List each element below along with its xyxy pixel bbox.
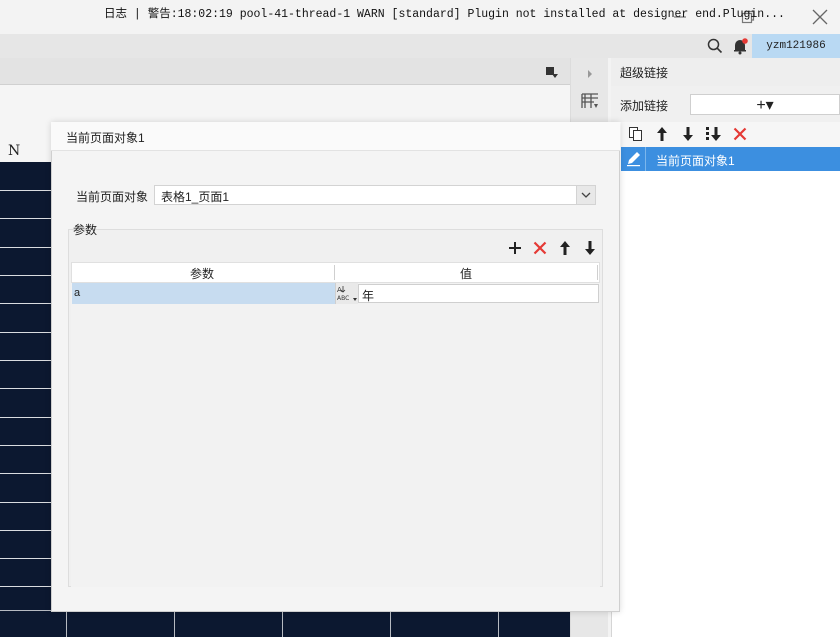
move-up-param-button[interactable] [556, 239, 574, 257]
notification-button[interactable] [731, 37, 749, 55]
user-account[interactable]: yzm121986 [752, 34, 840, 58]
param-type-label: ABC [337, 295, 349, 302]
move-down-param-button[interactable] [581, 239, 599, 257]
column-header-value[interactable]: 值 [460, 265, 472, 282]
filter-icon [546, 67, 558, 78]
delete-link-button[interactable] [731, 125, 749, 143]
close-icon [812, 9, 828, 25]
table-grid-icon [581, 93, 598, 108]
copy-link-button[interactable] [627, 125, 645, 143]
object-select-dropdown-button[interactable] [576, 186, 595, 204]
list-item-divider [645, 147, 646, 171]
pencil-icon [627, 152, 640, 167]
object-label: 当前页面对象 [76, 190, 149, 204]
search-button[interactable] [706, 37, 724, 55]
params-table [71, 262, 600, 587]
plus-icon [509, 242, 521, 254]
param-type-button[interactable]: A ABC [335, 283, 358, 304]
left-toolbar [0, 58, 570, 85]
params-table-header [71, 262, 600, 283]
params-group-label: 参数 [73, 223, 98, 237]
arrow-down-icon [683, 127, 693, 141]
hyperlink-panel-title: 超级链接 [620, 66, 669, 80]
delete-x-icon [533, 241, 547, 255]
move-up-link-button[interactable] [653, 125, 671, 143]
arrow-down-icon [585, 241, 595, 255]
column-divider[interactable] [334, 265, 335, 280]
param-value-input[interactable] [358, 284, 599, 303]
move-bottom-link-button[interactable] [705, 125, 723, 143]
arrow-up-icon [560, 241, 570, 255]
app-window: 日志 | 警告:18:02:19 pool-41-thread-1 WARN [… [0, 0, 840, 637]
filter-dropdown-button[interactable] [545, 65, 559, 79]
column-header-param[interactable]: 参数 [190, 265, 214, 282]
move-down-link-button[interactable] [679, 125, 697, 143]
cell-attribute-button[interactable] [580, 92, 600, 110]
chevron-down-icon [581, 192, 591, 198]
param-name-cell[interactable] [72, 283, 335, 304]
column-header: N [8, 143, 21, 159]
param-name: a [74, 287, 81, 299]
chevron-right-icon [588, 70, 592, 78]
add-link-dropdown[interactable]: +▾ [690, 94, 840, 115]
search-icon [707, 38, 723, 54]
bell-icon [734, 38, 748, 55]
column-divider[interactable] [597, 265, 598, 280]
copy-icon [629, 127, 642, 141]
move-to-bottom-icon [706, 127, 721, 141]
delete-param-button[interactable] [531, 239, 549, 257]
delete-x-icon [733, 127, 747, 141]
arrow-up-icon [657, 127, 667, 141]
object-select-value: 表格1_页面1 [161, 190, 230, 204]
string-type-icon: A ABC [337, 286, 357, 302]
add-link-label: 添加链接 [620, 99, 669, 113]
edit-link-button[interactable] [624, 150, 644, 168]
expand-button[interactable] [585, 68, 595, 80]
log-message[interactable]: 日志 | 警告:18:02:19 pool-41-thread-1 WARN [… [104, 5, 785, 21]
dialog-title: 当前页面对象1 [66, 131, 145, 145]
close-button[interactable] [800, 2, 840, 32]
param-value: 年 [362, 289, 375, 303]
add-param-button[interactable] [506, 239, 524, 257]
link-list-item-label: 当前页面对象1 [656, 154, 735, 168]
